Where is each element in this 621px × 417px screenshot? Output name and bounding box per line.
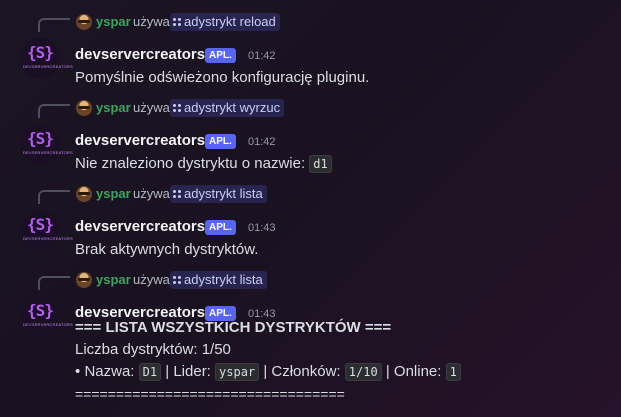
avatar-logo-text: {S} [27, 215, 54, 234]
avatar-caption: DEVSERVERCREATORS [23, 150, 73, 155]
bot-avatar[interactable]: {S} DEVSERVERCREATORS [20, 210, 73, 250]
list-footer: ================================= [75, 386, 345, 402]
reply-connector [38, 104, 70, 118]
reply-user-avatar[interactable] [76, 186, 92, 202]
reply-verb: używa [133, 100, 170, 115]
slash-command-chip[interactable]: adystrykt reload [170, 13, 280, 31]
slash-command-chip[interactable]: adystrykt lista [170, 185, 267, 203]
message-text-body: Nie znaleziono dystryktu o nazwie: [75, 155, 306, 172]
reply-connector [38, 18, 70, 32]
app-badge: APL. [205, 48, 236, 63]
district-entry: • Nazwa: D1 | Lider: yspar | Członków: 1… [75, 362, 461, 382]
reply-username[interactable]: yspar [96, 272, 131, 288]
reply-user-avatar[interactable] [76, 14, 92, 30]
entry-bullet: • [75, 363, 81, 380]
entry-online-value: 1 [445, 363, 461, 381]
reply-connector [38, 190, 70, 204]
timestamp[interactable]: 01:42 [248, 134, 276, 150]
bot-avatar[interactable]: {S} DEVSERVERCREATORS [20, 124, 73, 164]
entry-name-label: Nazwa: [84, 363, 135, 380]
command-icon [173, 18, 181, 26]
avatar-caption: DEVSERVERCREATORS [23, 322, 73, 327]
app-badge: APL. [205, 134, 236, 149]
timestamp[interactable]: 01:43 [248, 220, 276, 236]
message-3: yspar używa adystrykt lista {S} DEVSERVE… [0, 182, 621, 268]
entry-members-label: | Członków: [263, 363, 341, 380]
app-badge: APL. [205, 220, 236, 235]
timestamp[interactable]: 01:42 [248, 48, 276, 64]
entry-leader-label: | Lider: [165, 363, 211, 380]
entry-name-value: D1 [138, 363, 162, 381]
reply-user-avatar[interactable] [76, 100, 92, 116]
command-name: adystrykt lista [184, 186, 263, 201]
avatar-logo-text: {S} [27, 43, 54, 62]
command-name: adystrykt wyrzuc [184, 100, 281, 115]
reply-verb: używa [133, 272, 170, 287]
reply-verb: używa [133, 186, 170, 201]
list-header: === LISTA WSZYSTKICH DYSTRYKTÓW === [75, 319, 392, 336]
avatar-caption: DEVSERVERCREATORS [23, 236, 73, 241]
command-icon [173, 190, 181, 198]
command-icon [173, 104, 181, 112]
command-name: adystrykt reload [184, 14, 276, 29]
slash-command-chip[interactable]: adystrykt lista [170, 271, 267, 289]
message-2: yspar używa adystrykt wyrzuc {S} DEVSERV… [0, 96, 621, 182]
slash-command-chip[interactable]: adystrykt wyrzuc [170, 99, 285, 117]
reply-connector [38, 276, 70, 290]
message-text: Brak aktywnych dystryktów. [75, 241, 259, 258]
reply-verb: używa [133, 14, 170, 29]
reply-user-avatar[interactable] [76, 272, 92, 288]
message-text: Nie znaleziono dystryktu o nazwie: d1 [75, 154, 332, 174]
avatar-logo-text: {S} [27, 301, 54, 320]
message-1: yspar używa adystrykt reload {S} DEVSERV… [0, 10, 621, 96]
district-count: Liczba dystryktów: 1/50 [75, 341, 231, 358]
reply-username[interactable]: yspar [96, 14, 131, 30]
avatar-caption: DEVSERVERCREATORS [23, 64, 73, 69]
inline-code: d1 [309, 155, 332, 173]
author-name[interactable]: devservercreators [75, 218, 205, 236]
command-name: adystrykt lista [184, 272, 263, 287]
author-name[interactable]: devservercreators [75, 46, 205, 64]
reply-username[interactable]: yspar [96, 100, 131, 116]
bot-avatar[interactable]: {S} DEVSERVERCREATORS [20, 38, 73, 78]
reply-username[interactable]: yspar [96, 186, 131, 202]
entry-leader-value: yspar [215, 363, 260, 381]
entry-online-label: | Online: [385, 363, 442, 380]
bot-avatar[interactable]: {S} DEVSERVERCREATORS [20, 296, 73, 336]
avatar-logo-text: {S} [27, 129, 54, 148]
message-4: yspar używa adystrykt lista {S} DEVSERVE… [0, 268, 621, 408]
message-text: Pomyślnie odświeżono konfigurację plugin… [75, 69, 370, 86]
command-icon [173, 276, 181, 284]
author-name[interactable]: devservercreators [75, 132, 205, 150]
entry-members-value: 1/10 [344, 363, 382, 381]
